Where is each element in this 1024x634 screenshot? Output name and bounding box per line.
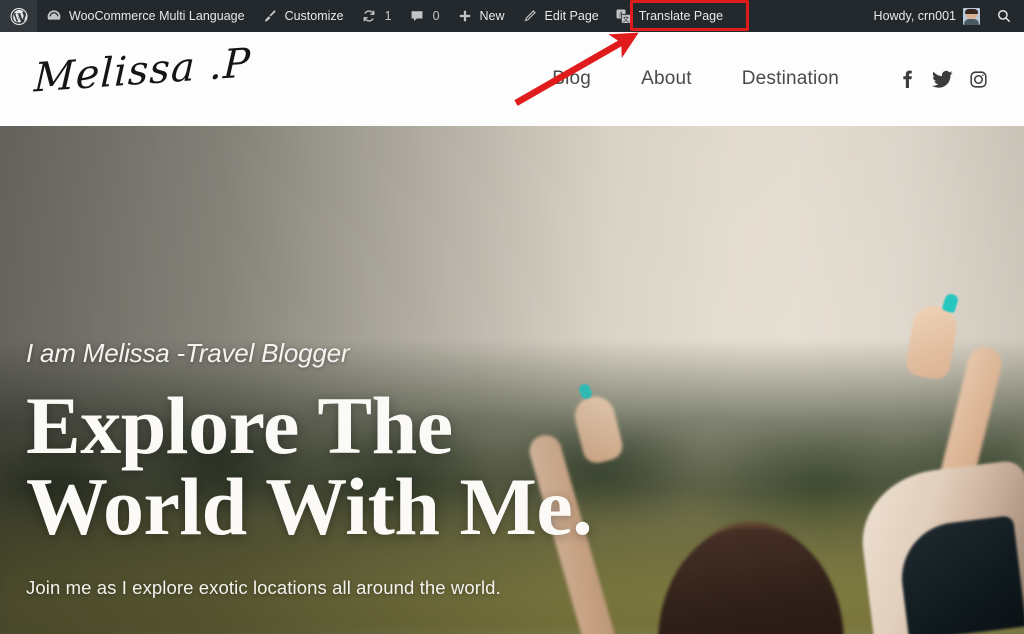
pencil-icon (521, 7, 539, 25)
primary-navigation: Blog About Destination (527, 62, 864, 96)
hero-copy: I am Melissa -Travel Blogger Explore The… (26, 338, 666, 599)
translate-icon: A 文 (615, 7, 633, 25)
site-header: Melissa .P Blog About Destination (0, 32, 1024, 126)
admin-bar-label-translate-page: Translate Page (638, 9, 724, 24)
wp-admin-bar: WooCommerce Multi Language Customize 1 0… (0, 0, 1024, 32)
social-links (888, 62, 996, 96)
search-icon (995, 7, 1013, 25)
hero-section: I am Melissa -Travel Blogger Explore The… (0, 126, 1024, 634)
nav-item-blog[interactable]: Blog (527, 62, 616, 96)
admin-bar-item-customize[interactable]: Customize (253, 0, 352, 32)
comment-bubble-icon (408, 7, 426, 25)
admin-bar-item-woocommerce-multi-language[interactable]: WooCommerce Multi Language (37, 0, 253, 32)
nav-item-about[interactable]: About (616, 62, 717, 96)
admin-bar-item-new[interactable]: New (448, 0, 513, 32)
admin-bar-item-updates[interactable]: 1 (352, 0, 400, 32)
comments-count: 0 (432, 9, 440, 23)
instagram-icon[interactable] (960, 62, 996, 96)
hero-title: Explore The World With Me. (26, 385, 666, 553)
svg-text:文: 文 (623, 14, 630, 23)
admin-bar-search-button[interactable] (988, 0, 1024, 32)
hero-subtext: Join me as I explore exotic locations al… (26, 577, 501, 599)
avatar (963, 7, 980, 25)
facebook-icon[interactable] (888, 62, 924, 96)
hero-title-line-1: Explore The (26, 380, 453, 471)
hero-title-line-2: World With Me. (26, 461, 593, 553)
admin-bar-account-menu[interactable]: Howdy, crn001 (864, 0, 988, 32)
account-greeting: Howdy, crn001 (873, 9, 956, 24)
twitter-icon[interactable] (924, 62, 960, 96)
admin-bar-item-edit-page[interactable]: Edit Page (513, 0, 607, 32)
hero-kicker: I am Melissa -Travel Blogger (26, 338, 350, 368)
plus-icon (456, 7, 474, 25)
nav-item-destination[interactable]: Destination (717, 62, 864, 96)
wordpress-logo-icon (10, 7, 28, 25)
admin-bar-label-customize: Customize (284, 9, 344, 24)
admin-bar-label-woocommerce-multi-language: WooCommerce Multi Language (69, 9, 245, 24)
dashboard-icon (45, 7, 63, 25)
paintbrush-icon (261, 7, 279, 25)
admin-bar-item-comments[interactable]: 0 (400, 0, 448, 32)
admin-bar-label-new: New (479, 9, 505, 24)
browser-viewport: WooCommerce Multi Language Customize 1 0… (0, 0, 1024, 634)
admin-bar-label-edit-page: Edit Page (544, 9, 599, 24)
updates-count: 1 (384, 9, 392, 23)
header-right: Blog About Destination (527, 62, 996, 96)
site-logo[interactable]: Melissa .P (25, 40, 252, 102)
wordpress-logo-button[interactable] (0, 0, 37, 32)
admin-bar-item-translate-page[interactable]: A 文 Translate Page (607, 0, 731, 32)
updates-icon (360, 7, 378, 25)
